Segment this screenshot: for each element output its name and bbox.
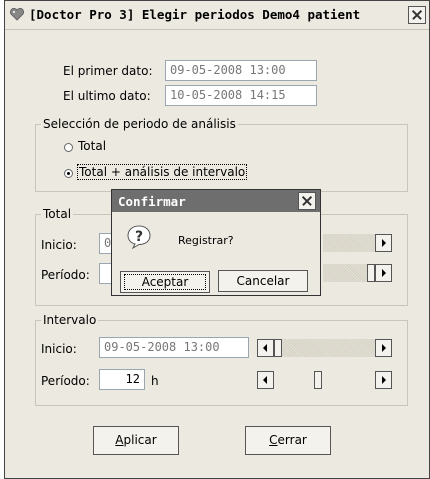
window-close-button[interactable] xyxy=(408,6,426,24)
interval-inicio-label: Inicio: xyxy=(41,342,77,356)
first-date-field[interactable]: 09-05-2008 13:00 xyxy=(165,60,317,81)
confirm-dialog-title: Confirmar xyxy=(118,194,186,209)
radio-total-interval[interactable] xyxy=(64,169,73,178)
total-inicio-scroll-right-button[interactable] xyxy=(375,234,392,252)
confirm-dialog-close-button[interactable] xyxy=(298,192,316,210)
total-periodo-scroll-right-button[interactable] xyxy=(375,264,392,282)
arrow-left-icon xyxy=(263,376,267,384)
arrow-right-icon xyxy=(382,269,386,277)
confirm-dialog-title-bar[interactable]: Confirmar xyxy=(112,190,320,212)
last-date-field[interactable]: 10-05-2008 14:15 xyxy=(165,85,317,106)
total-inicio-slider-track[interactable] xyxy=(323,234,375,252)
interval-inicio-scroll-right-button[interactable] xyxy=(375,339,392,357)
interval-periodo-field[interactable]: 12 xyxy=(99,369,145,390)
last-date-label: El ultimo dato: xyxy=(63,89,151,103)
radio-total-label[interactable]: Total xyxy=(78,139,106,153)
interval-periodo-scroll-right-button[interactable] xyxy=(375,371,392,389)
interval-periodo-slider-thumb[interactable] xyxy=(314,371,322,389)
radio-total[interactable] xyxy=(64,143,73,152)
interval-inicio-scroll-left-button[interactable] xyxy=(257,339,274,357)
confirm-dialog: Confirmar ? Registrar? Aceptar Cancelar xyxy=(111,189,321,296)
total-periodo-slider-thumb[interactable] xyxy=(367,264,375,282)
interval-group xyxy=(35,320,408,406)
interval-periodo-scroll-left-button[interactable] xyxy=(257,371,274,389)
confirm-ok-button[interactable]: Aceptar xyxy=(120,271,210,293)
apply-button[interactable]: Aplicar xyxy=(93,426,179,455)
confirm-cancel-button[interactable]: Cancelar xyxy=(218,270,308,292)
question-icon: ? xyxy=(127,225,151,250)
analysis-period-legend: Selección de periodo de análisis xyxy=(41,117,238,131)
arrow-left-icon xyxy=(263,344,267,352)
interval-inicio-slider-track[interactable] xyxy=(282,339,375,357)
arrow-right-icon xyxy=(382,376,386,384)
interval-periodo-label: Período: xyxy=(41,374,90,388)
interval-periodo-slider-track[interactable] xyxy=(274,371,375,389)
title-bar[interactable]: [Doctor Pro 3] Elegir periodos Demo4 pat… xyxy=(5,1,429,30)
confirm-dialog-message: Registrar? xyxy=(178,234,234,247)
window-title: [Doctor Pro 3] Elegir periodos Demo4 pat… xyxy=(29,7,361,22)
interval-legend: Intervalo xyxy=(41,313,99,327)
interval-inicio-slider-thumb[interactable] xyxy=(274,339,282,357)
arrow-right-icon xyxy=(382,239,386,247)
close-button[interactable]: Cerrar xyxy=(245,426,331,455)
arrow-right-icon xyxy=(382,344,386,352)
total-inicio-label: Inicio: xyxy=(41,238,77,252)
radio-total-interval-label[interactable]: Total + análisis de intervalo xyxy=(77,164,248,180)
analysis-period-group xyxy=(35,124,408,192)
total-legend: Total xyxy=(41,207,74,221)
svg-text:?: ? xyxy=(135,229,143,245)
total-periodo-label: Período: xyxy=(41,268,90,282)
interval-periodo-unit: h xyxy=(151,374,159,388)
confirm-ok-label: Aceptar xyxy=(124,274,206,290)
first-date-label: El primer dato: xyxy=(63,64,153,78)
total-periodo-slider-track[interactable] xyxy=(323,264,367,282)
interval-inicio-field[interactable]: 09-05-2008 13:00 xyxy=(99,337,249,358)
app-heart-icon xyxy=(10,8,24,21)
